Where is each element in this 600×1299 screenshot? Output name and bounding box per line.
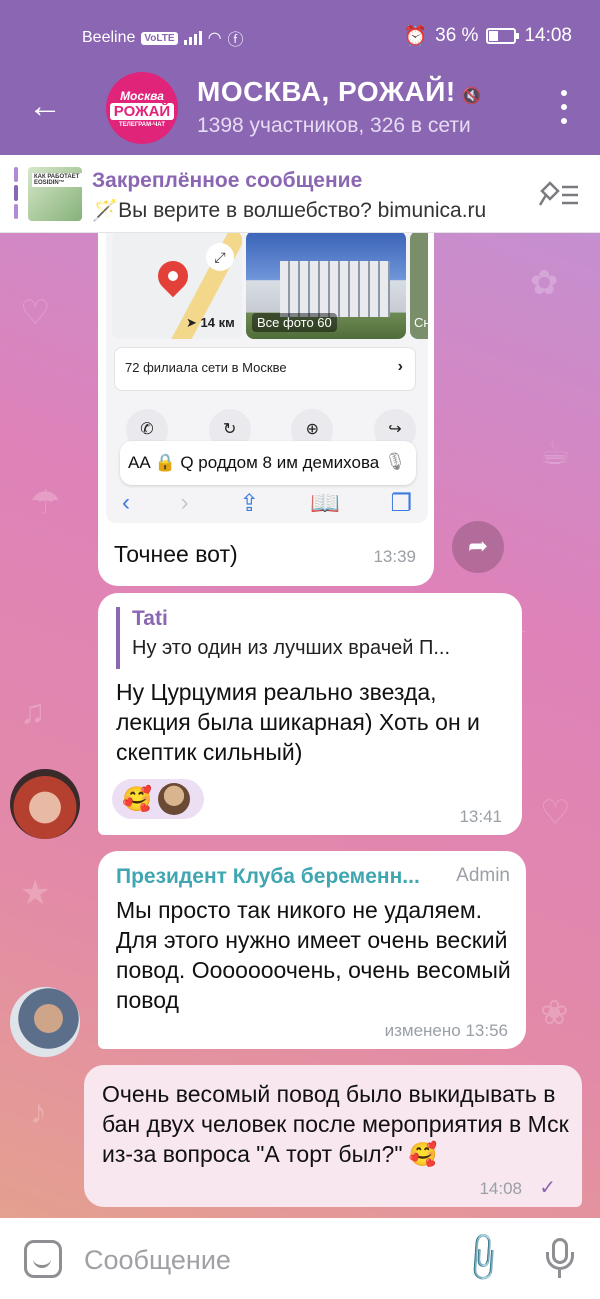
avatar[interactable]: [10, 987, 80, 1057]
sender-name[interactable]: Президент Клуба беременн...: [116, 865, 438, 889]
pinned-indicator: [14, 167, 18, 219]
forward-icon: ›: [180, 489, 189, 516]
message-text: Точнее вот): [114, 541, 238, 567]
branches-row: 72 филиала сети в Москве ›: [114, 347, 416, 391]
expand-icon: ⤢: [206, 243, 234, 271]
map-pin-icon: [151, 254, 195, 298]
pinned-list-icon[interactable]: [538, 181, 580, 209]
message-admin[interactable]: Президент Клуба беременн... Admin Мы про…: [98, 851, 526, 1049]
more-menu-button[interactable]: [558, 90, 570, 124]
message-time: изменено 13:56: [384, 1021, 508, 1040]
share-icon: ⇪: [239, 490, 260, 517]
carrier-label: Beeline: [82, 29, 136, 46]
avatar-text-2: РОЖАЙ: [109, 102, 175, 120]
alarm-icon: ⏰: [403, 26, 428, 47]
clock: 14:08: [524, 25, 572, 46]
message-time: 13:41: [459, 807, 502, 826]
branches-label: 72 филиала сети в Москве: [125, 360, 287, 375]
doodle-icon: ♪: [30, 1093, 47, 1131]
status-right: ⏰ 36 % 14:08: [403, 24, 572, 48]
message-screenshot[interactable]: ⤢ ➤ 14 км Все фото 60 Сн 72 филиала сети…: [98, 233, 434, 586]
facebook-icon: ⓕ: [227, 32, 244, 49]
doodle-icon: ♡: [20, 294, 51, 332]
forward-button[interactable]: ➦: [452, 521, 504, 573]
doodle-icon: ✿: [530, 264, 559, 302]
pinned-text: 🪄Вы верите в волшебство? bimunica.ru: [92, 199, 487, 222]
doodle-icon: ★: [20, 874, 51, 912]
avatar-text-3: ТЕЛЕГРАМ-ЧАТ: [119, 121, 165, 128]
chevron-right-icon: ›: [397, 358, 403, 375]
battery-icon: [486, 28, 520, 44]
message-text: Мы просто так никого не удаляем. Для это…: [116, 897, 511, 1013]
group-avatar[interactable]: Москва РОЖАЙ ТЕЛЕГРАМ-ЧАТ: [106, 72, 178, 144]
message-time: 14:08: [479, 1179, 522, 1198]
pinned-message-bar[interactable]: КАК РАБОТАЕТ EOSIDIN™ Закреплённое сообщ…: [0, 155, 600, 233]
doodle-icon: ☕: [540, 434, 571, 472]
avatar-text-1: Москва: [120, 88, 164, 103]
building-photo: Все фото 60: [246, 233, 406, 339]
reply-author: Tati: [132, 607, 168, 630]
sent-check-icon: ✓: [539, 1177, 556, 1199]
address-text: AA 🔒 Q роддом 8 им демихова: [128, 453, 380, 472]
member-count: 1398 участников, 326 в сети: [197, 114, 471, 137]
photo-count-label: Все фото 60: [252, 313, 337, 332]
map-preview: ⤢ ➤ 14 км: [112, 233, 242, 339]
battery-percent: 36 %: [435, 25, 479, 46]
chat-header: Beeline VoLTE ◠ ⓕ ⏰ 36 % 14:08 ← Москва …: [0, 0, 600, 155]
map-actions: ✆ ↻ ⊕ ↪: [126, 409, 416, 451]
message-list[interactable]: ♡ ✿ ☕ ☂ ✦ ♫ ♡ ★ ❀ ♪ ⤢ ➤ 14 км Все фото 6…: [0, 233, 600, 1218]
photo-label-2: Сн: [414, 315, 428, 330]
status-bar: Beeline VoLTE ◠ ⓕ ⏰ 36 % 14:08: [0, 0, 600, 72]
attach-icon[interactable]: 📎: [454, 1229, 512, 1287]
doodle-icon: ☂: [30, 484, 61, 522]
admin-badge: Admin: [456, 865, 510, 886]
pinned-thumbnail: КАК РАБОТАЕТ EOSIDIN™: [28, 167, 82, 221]
reaction-chip[interactable]: 🥰: [112, 779, 204, 819]
signal-icon: [183, 31, 202, 45]
map-distance: ➤ 14 км: [186, 315, 235, 330]
mic-icon: 🎙: [384, 452, 406, 471]
back-button[interactable]: ←: [28, 88, 64, 124]
pinned-title: Закреплённое сообщение: [92, 169, 363, 192]
composer: 📎: [0, 1218, 600, 1299]
pinned-thumb-caption: КАК РАБОТАЕТ EOSIDIN™: [32, 173, 82, 187]
reply-quote[interactable]: Tati Ну это один из лучших врачей П...: [116, 607, 506, 669]
doodle-icon: ♡: [540, 794, 571, 832]
message-time: 13:39: [373, 547, 416, 566]
message-text: Очень весомый повод было выкидывать в ба…: [102, 1081, 569, 1167]
reactor-avatar: [157, 783, 190, 815]
chat-title[interactable]: МОСКВА, РОЖАЙ! 🔇: [197, 76, 482, 108]
bookmarks-icon: 📖: [309, 490, 340, 517]
doodle-icon: ♫: [20, 693, 46, 731]
volte-badge: VoLTE: [141, 31, 178, 45]
message-outgoing[interactable]: Очень весомый повод было выкидывать в ба…: [84, 1065, 582, 1207]
message-input[interactable]: [84, 1242, 424, 1278]
avatar[interactable]: [10, 769, 80, 839]
chat-title-text: МОСКВА, РОЖАЙ!: [197, 76, 456, 107]
browser-toolbar: ‹ › ⇪ 📖 ❐: [112, 489, 422, 521]
doodle-icon: ❀: [540, 994, 569, 1032]
status-left: Beeline VoLTE ◠ ⓕ: [82, 26, 244, 50]
tabs-icon: ❐: [390, 490, 412, 517]
browser-address-bar: AA 🔒 Q роддом 8 им демихова 🎙: [120, 441, 416, 485]
reply-preview: Ну это один из лучших врачей П...: [132, 637, 451, 659]
building-photo-2: Сн: [410, 233, 428, 339]
back-icon: ‹: [122, 489, 130, 516]
microphone-icon[interactable]: [546, 1238, 574, 1280]
wifi-icon: ◠: [207, 30, 222, 47]
sticker-icon[interactable]: [24, 1240, 62, 1278]
mute-icon: 🔇: [461, 88, 483, 105]
reaction-emoji: 🥰: [122, 785, 152, 813]
screenshot-image[interactable]: ⤢ ➤ 14 км Все фото 60 Сн 72 филиала сети…: [106, 233, 428, 523]
message-text: Ну Цурцумия реально звезда, лекция была …: [116, 679, 480, 765]
message-reply[interactable]: Tati Ну это один из лучших врачей П... Н…: [98, 593, 522, 835]
